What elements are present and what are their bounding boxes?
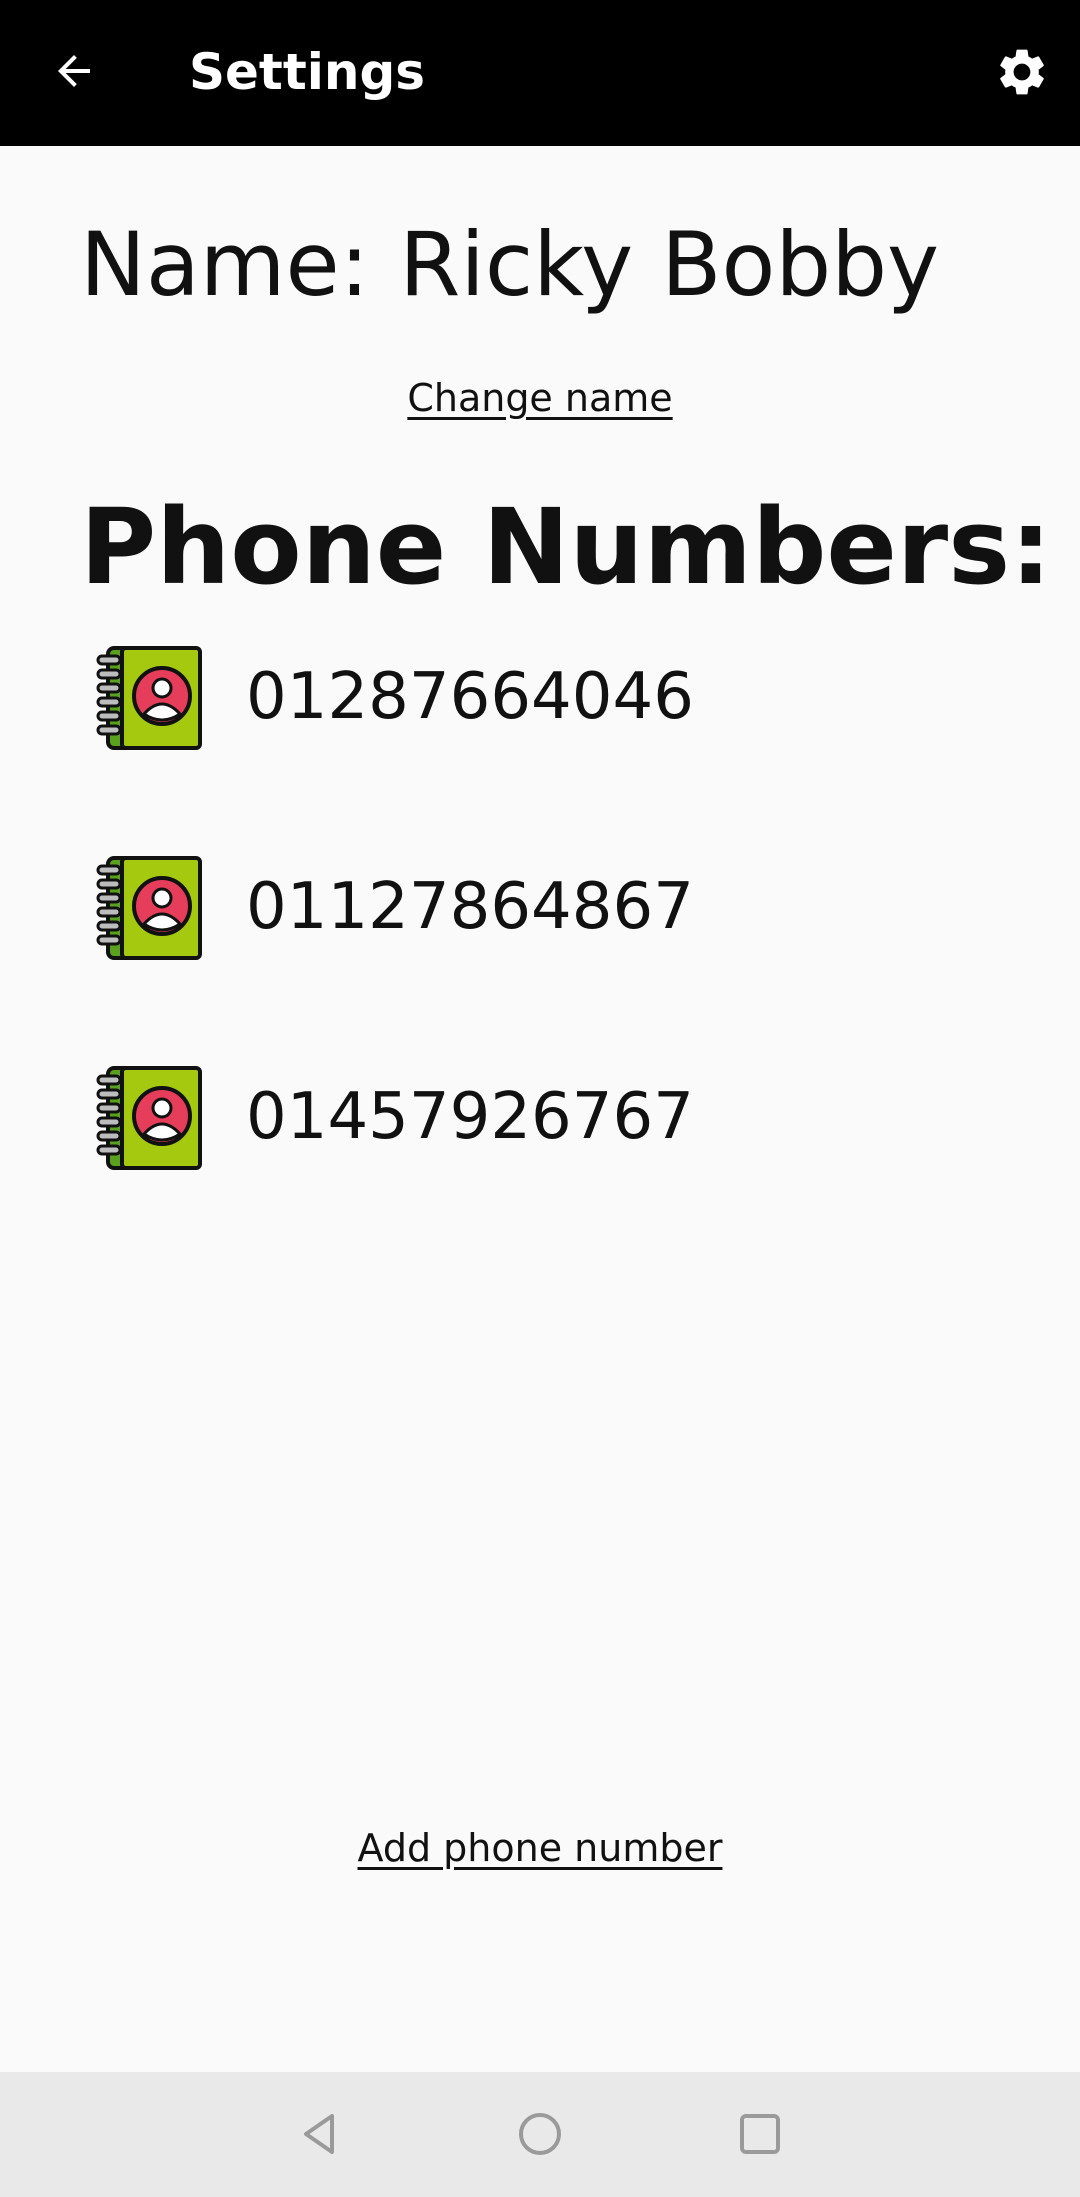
system-nav-bar <box>0 2072 1080 2197</box>
page-title: Settings <box>189 43 426 101</box>
nav-recents-square-icon <box>740 2114 780 2154</box>
address-book-icon <box>96 856 202 960</box>
arrow-left-icon <box>58 55 90 87</box>
add-phone-number-link[interactable]: Add phone number <box>0 1822 1080 1874</box>
gear-icon <box>1000 49 1044 95</box>
nav-back-triangle-icon <box>304 2114 334 2154</box>
app-bar: Settings <box>0 0 1080 146</box>
phone-number: 01287664046 <box>246 660 694 734</box>
name-display: Name: Ricky Bobby <box>80 210 939 320</box>
phone-number: 01127864867 <box>246 870 694 944</box>
phone-list-item[interactable]: 01457926767 <box>96 1062 694 1172</box>
name-label: Name: <box>80 213 370 316</box>
settings-button[interactable] <box>990 40 1054 104</box>
nav-back-button[interactable] <box>280 2094 360 2174</box>
name-value: Ricky Bobby <box>399 213 940 316</box>
address-book-icon <box>96 1066 202 1170</box>
phone-list-item[interactable]: 01127864867 <box>96 852 694 962</box>
phone-numbers-heading: Phone Numbers: <box>80 486 1052 608</box>
phone-list-item[interactable]: 01287664046 <box>96 642 694 752</box>
change-name-link[interactable]: Change name <box>0 372 1080 424</box>
address-book-icon <box>96 646 202 750</box>
back-button[interactable] <box>42 39 106 103</box>
phone-number: 01457926767 <box>246 1080 694 1154</box>
nav-recents-button[interactable] <box>720 2094 800 2174</box>
nav-home-button[interactable] <box>500 2094 580 2174</box>
nav-home-circle-icon <box>519 2113 561 2155</box>
